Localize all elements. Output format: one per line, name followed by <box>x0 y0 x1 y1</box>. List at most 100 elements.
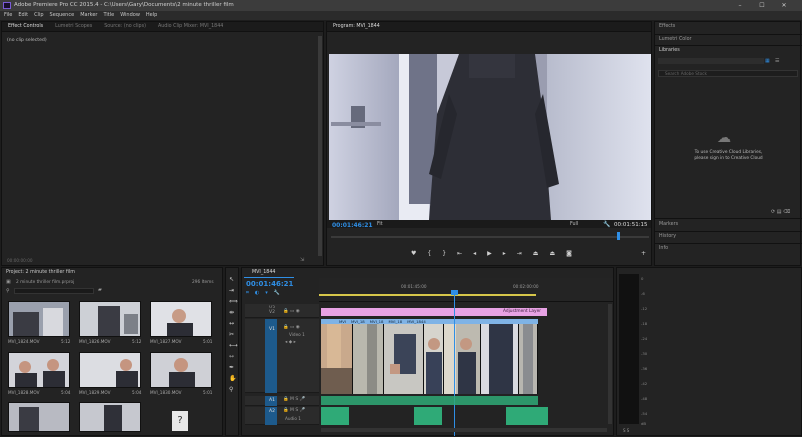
fit-dropdown[interactable]: Fit <box>377 222 383 227</box>
program-scrubber[interactable] <box>331 236 649 238</box>
grid-view-icon[interactable]: ▦ <box>765 58 770 64</box>
tab-lumetri-scopes[interactable]: Lumetri Scopes <box>49 24 98 29</box>
menu-clip[interactable]: Clip <box>34 11 43 20</box>
search-icon[interactable]: ⚲ <box>6 288 10 294</box>
menu-marker[interactable]: Marker <box>80 11 97 20</box>
tab-program[interactable]: Program: MVI_1844 <box>327 24 386 29</box>
track-select-tool-icon[interactable]: ⇥ <box>229 285 238 296</box>
video-clip[interactable] <box>353 324 384 394</box>
playhead-handle[interactable] <box>451 290 458 295</box>
program-playhead[interactable] <box>617 232 620 240</box>
effects-panel-item[interactable]: Effects <box>659 24 675 29</box>
timeline-settings-icon[interactable]: 🔧 <box>274 290 280 296</box>
add-button-icon[interactable]: + <box>641 250 646 257</box>
pen-tool-icon[interactable]: ✒ <box>229 362 238 373</box>
timeline-timecode[interactable]: 00:01:46:21 <box>246 280 293 288</box>
clip-thumbnail[interactable] <box>8 301 70 337</box>
go-to-out-icon[interactable]: ⇥ <box>517 250 522 257</box>
adjustment-layer-clip[interactable]: Adjustment Layer <box>321 308 547 316</box>
library-sync-icon[interactable]: ⟳ ▤ ⌫ <box>771 209 790 215</box>
video-clip[interactable] <box>384 324 424 394</box>
tab-audio-clip-mixer[interactable]: Audio Clip Mixer: MVI_1844 <box>152 24 229 29</box>
settings-wrench-icon[interactable]: 🔧 <box>603 221 610 228</box>
clip-thumbnail[interactable] <box>8 352 70 388</box>
linked-selection-icon[interactable]: ◐ <box>255 290 259 296</box>
tab-effect-controls[interactable]: Effect Controls <box>2 24 49 29</box>
list-view-icon[interactable]: ☰ <box>775 58 779 64</box>
zoom-tool-icon[interactable]: ⚲ <box>229 384 238 395</box>
selection-tool-icon[interactable]: ↖ <box>229 274 238 285</box>
program-playhead-timecode[interactable]: 00:01:46:21 <box>332 222 373 229</box>
menu-window[interactable]: Window <box>120 11 140 20</box>
video-clip[interactable] <box>481 324 519 394</box>
project-title[interactable]: Project: 2 minute thriller film <box>6 270 75 275</box>
step-back-icon[interactable]: ◂ <box>473 250 476 257</box>
maximize-button[interactable]: ☐ <box>754 0 770 11</box>
menu-file[interactable]: File <box>4 11 12 20</box>
clip-thumbnail[interactable] <box>79 402 141 432</box>
track-lock-icon[interactable]: 🔒 ▭ ◉ <box>283 325 300 330</box>
history-panel-item[interactable]: History <box>659 234 676 239</box>
razor-tool-icon[interactable]: ✂ <box>229 329 238 340</box>
track-lock-icon[interactable]: 🔒 ▭ ◉ <box>283 309 300 314</box>
export-frame-icon[interactable]: ⇲ <box>300 257 304 263</box>
close-button[interactable]: ✕ <box>776 0 792 11</box>
timeline-playhead[interactable] <box>454 290 455 436</box>
step-forward-icon[interactable]: ▸ <box>503 250 506 257</box>
project-search-input[interactable] <box>14 288 94 294</box>
solo-buttons[interactable]: S S <box>623 428 629 433</box>
audio-clip-a1[interactable] <box>321 396 538 405</box>
effect-controls-scrollbar[interactable] <box>318 36 322 256</box>
menu-edit[interactable]: Edit <box>18 11 28 20</box>
ripple-edit-tool-icon[interactable]: ⟺ <box>229 296 238 307</box>
play-icon[interactable]: ▶ <box>487 250 492 257</box>
hand-tool-icon[interactable]: ✋ <box>229 373 238 384</box>
video-clip[interactable] <box>519 324 538 394</box>
extract-icon[interactable]: ⏏ <box>549 250 555 257</box>
lumetri-color-panel-item[interactable]: Lumetri Color <box>659 37 692 42</box>
menu-help[interactable]: Help <box>146 11 157 20</box>
adobe-stock-search-input[interactable]: Search Adobe Stock <box>658 70 798 77</box>
lift-icon[interactable]: ⏏ <box>533 250 539 257</box>
timeline-horizontal-scrollbar[interactable] <box>321 428 607 432</box>
add-marker-icon[interactable]: ♥ <box>411 250 416 257</box>
clip-thumbnail[interactable] <box>150 352 212 388</box>
clip-thumbnail[interactable] <box>79 301 141 337</box>
program-video-frame[interactable] <box>329 54 651 220</box>
quality-dropdown[interactable]: Full <box>570 222 578 227</box>
tab-source[interactable]: Source: (no clips) <box>98 24 152 29</box>
audio-clip-a2[interactable] <box>321 407 349 425</box>
clip-thumbnail[interactable] <box>79 352 141 388</box>
rolling-edit-tool-icon[interactable]: ⇹ <box>229 307 238 318</box>
libraries-panel-title[interactable]: Libraries <box>659 48 680 53</box>
minimize-button[interactable]: – <box>732 0 748 11</box>
audio-clip-a2[interactable] <box>414 407 442 425</box>
info-panel-item[interactable]: Info <box>659 246 668 251</box>
audio-clip-a2[interactable] <box>506 407 548 425</box>
export-frame-camera-icon[interactable]: ◙ <box>566 250 572 257</box>
unknown-file-icon[interactable]: ? <box>172 411 188 431</box>
keyframe-nav-icon[interactable]: ◂ ◆ ▸ <box>285 340 296 345</box>
menu-title[interactable]: Title <box>103 11 114 20</box>
slip-tool-icon[interactable]: ⟷ <box>229 340 238 351</box>
mark-in-icon[interactable]: { <box>427 250 431 257</box>
video-clip[interactable] <box>424 324 444 394</box>
rate-stretch-tool-icon[interactable]: ↔ <box>229 318 238 329</box>
new-bin-icon[interactable]: ▰ <box>98 287 102 293</box>
go-to-in-icon[interactable]: ⇤ <box>457 250 462 257</box>
slide-tool-icon[interactable]: ⇿ <box>229 351 238 362</box>
snap-icon[interactable]: ⌗ <box>246 290 249 296</box>
clip-thumbnail[interactable] <box>8 402 70 432</box>
clip-thumbnail[interactable] <box>150 301 212 337</box>
timeline-ruler[interactable]: 00:01:45:00 00:02:00:00 <box>319 278 613 302</box>
library-dropdown[interactable] <box>658 58 764 64</box>
timeline-vertical-scrollbar[interactable] <box>608 304 612 424</box>
work-area-bar[interactable] <box>319 294 536 296</box>
track-mute-solo[interactable]: 🔒 M S 🎤 <box>283 408 305 413</box>
timeline-tab[interactable]: MVI_1844 <box>252 270 275 275</box>
video-clip[interactable] <box>321 324 353 394</box>
track-mute-solo[interactable]: 🔒 M S 🎤 <box>283 397 305 402</box>
menu-sequence[interactable]: Sequence <box>50 11 75 20</box>
video-clip[interactable] <box>444 324 481 394</box>
add-marker-timeline-icon[interactable]: ▾ <box>265 290 268 296</box>
